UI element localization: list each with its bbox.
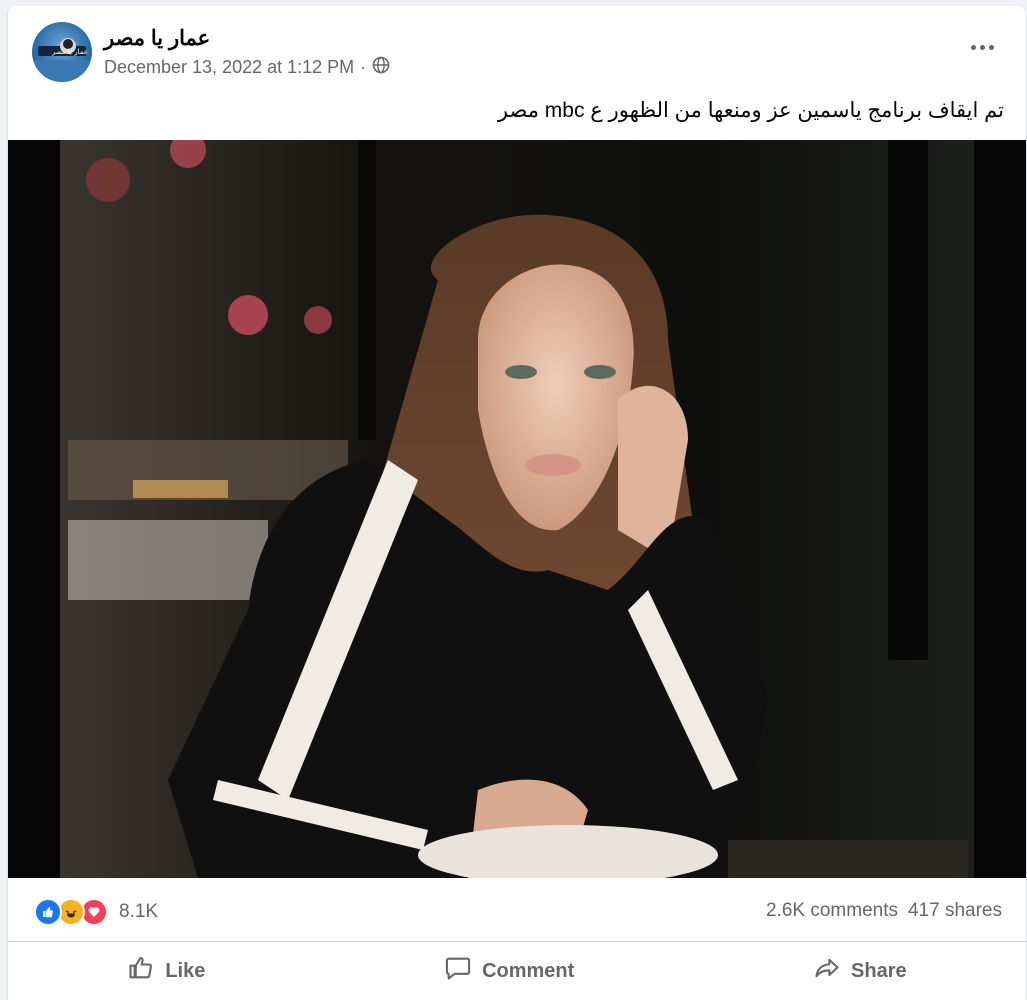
more-dot-icon [979, 44, 985, 50]
share-button[interactable]: Share [813, 954, 907, 988]
post-meta: December 13, 2022 at 1:12 PM · [104, 56, 390, 79]
like-label: Like [165, 959, 206, 982]
share-label: Share [851, 959, 907, 982]
meta-separator: · [360, 57, 367, 77]
avatar-image: عمار يا مصر [32, 38, 92, 82]
like-icon [34, 898, 62, 926]
avatar-logo-text: عمار يا مصر [51, 48, 88, 56]
post-author[interactable]: عمار يا مصر [104, 26, 210, 51]
thumbs-up-icon [127, 954, 155, 988]
share-icon [813, 954, 841, 988]
shares-count[interactable]: 417 shares [908, 900, 1002, 922]
globe-icon[interactable] [372, 56, 390, 79]
comment-label: Comment [482, 959, 575, 982]
more-dot-icon [970, 44, 976, 50]
reaction-count: 8.1K [119, 901, 159, 922]
post-date[interactable]: December 13, 2022 at 1:12 PM [104, 57, 354, 78]
post-photo[interactable] [8, 132, 1026, 885]
comment-icon [444, 954, 472, 988]
more-dot-icon [988, 44, 994, 50]
post-caption: تم ايقاف برنامج ياسمين عز ومنعها من الظه… [497, 99, 1004, 122]
avatar[interactable]: عمار يا مصر [32, 22, 92, 82]
post-stats: 8.1K 2.6K comments 417 shares [8, 878, 1026, 942]
post-card: عمار يا مصر عمار يا مصر December 13, 202… [8, 6, 1026, 1000]
comment-button[interactable]: Comment [444, 954, 574, 988]
engagement-counts: 2.6K comments 417 shares [766, 900, 1002, 922]
post-actions: Like Comment Share [8, 942, 1026, 1000]
reactions-summary[interactable]: 8.1K [34, 898, 158, 926]
like-button[interactable]: Like [127, 954, 205, 988]
more-options-button[interactable] [962, 34, 1002, 60]
comments-count[interactable]: 2.6K comments [766, 900, 898, 922]
photo-image [8, 132, 1026, 885]
